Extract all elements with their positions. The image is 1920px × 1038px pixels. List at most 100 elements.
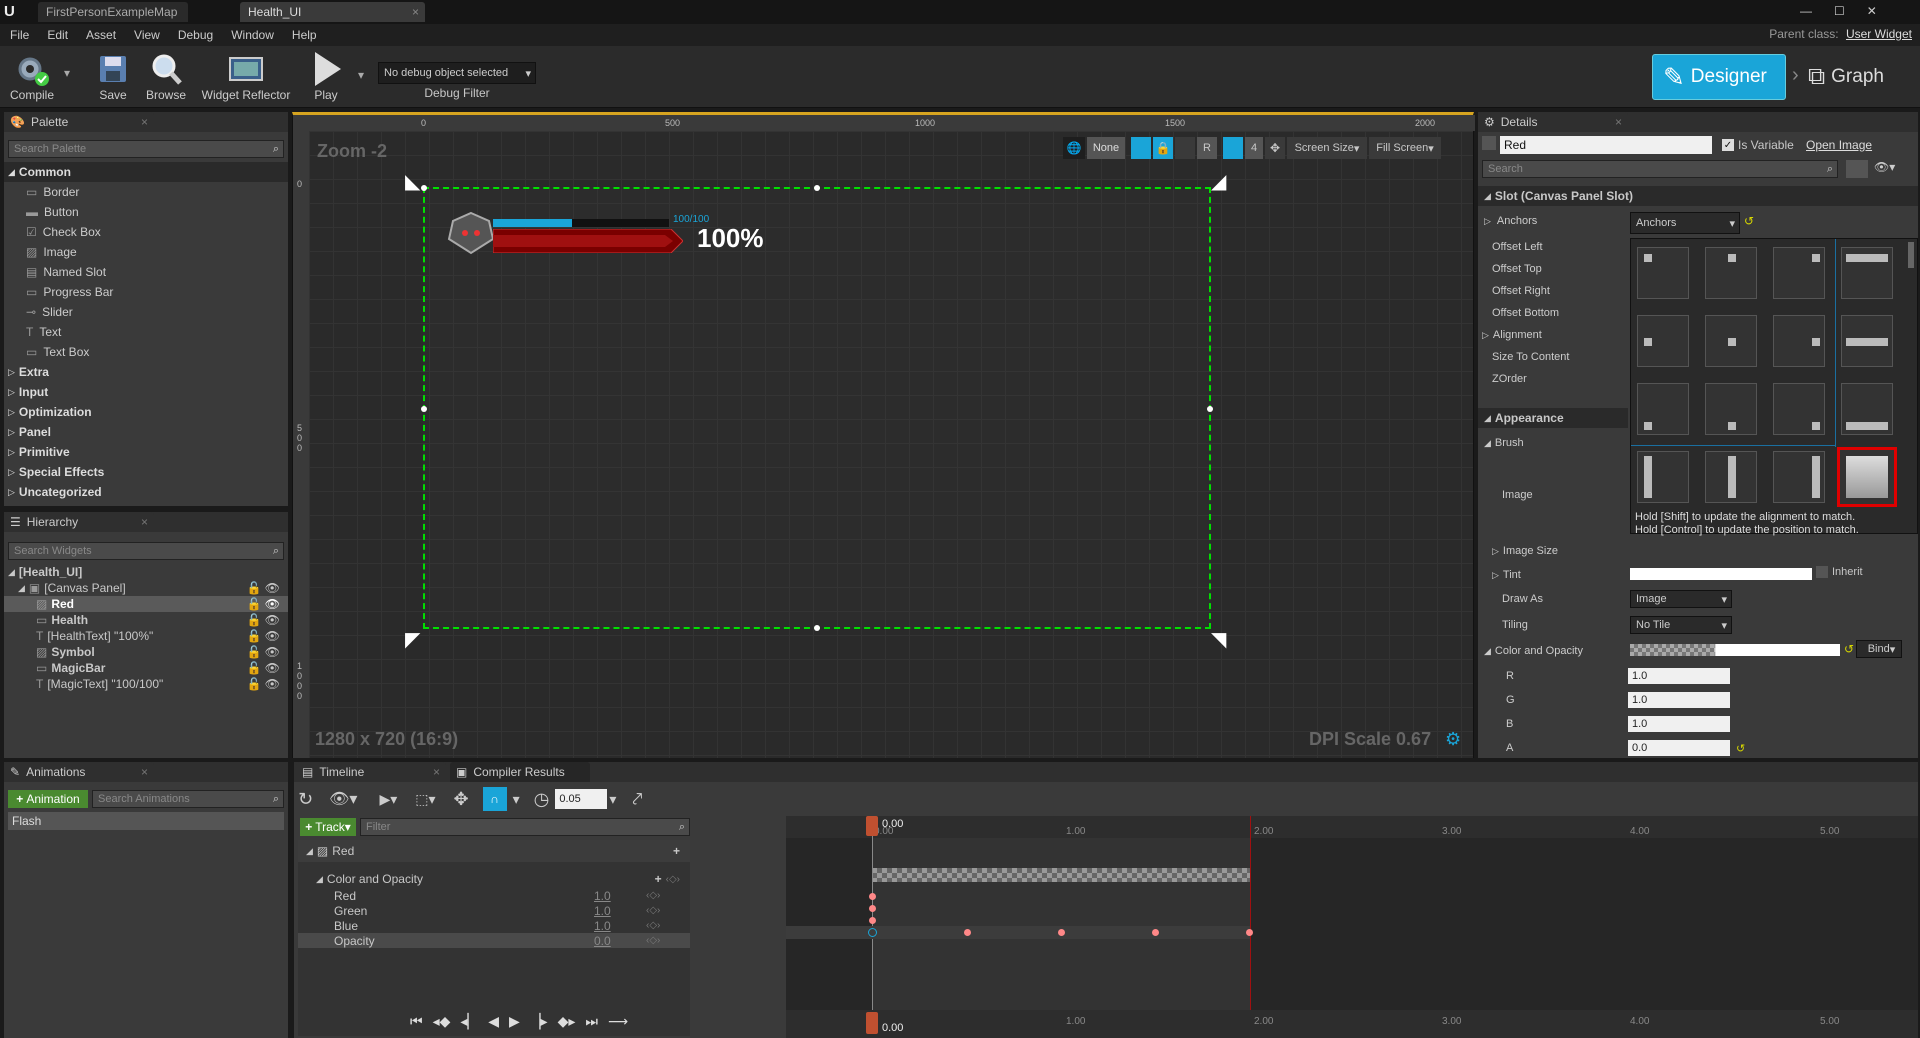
save-button[interactable]: Save xyxy=(88,50,138,102)
palette-item-text[interactable]: T Text xyxy=(4,322,288,342)
anchor-preset-top-right[interactable] xyxy=(1773,247,1825,299)
grid-snap-icon[interactable] xyxy=(1131,137,1151,159)
reset-arrow-icon[interactable]: ↺ xyxy=(1744,214,1754,228)
resize-handle[interactable] xyxy=(814,185,820,191)
anchor-preset-top-stretch[interactable] xyxy=(1841,247,1893,299)
channel-r-input[interactable]: 1.0 xyxy=(1628,668,1730,684)
designer-viewport[interactable]: 0 500 1000 1500 2000 0 5 0 0 1 0 0 0 Zoo… xyxy=(292,112,1475,758)
keyframe-nav-icon[interactable]: ‹◇› xyxy=(646,905,660,916)
minimize-icon[interactable]: — xyxy=(1800,4,1812,18)
anchor-handle-icon[interactable]: ◥ xyxy=(1211,627,1226,652)
clock-icon[interactable]: ◷ xyxy=(534,789,550,810)
anchor-preset-top-center[interactable] xyxy=(1705,247,1757,299)
palette-category-panel[interactable]: ▷ Panel xyxy=(4,422,288,442)
curve-icon[interactable]: ⤤ xyxy=(632,789,642,810)
tiling-dropdown[interactable]: No Tile ▾ xyxy=(1630,616,1732,634)
chevron-down-icon[interactable]: ▾ xyxy=(609,791,616,808)
palette-category-uncategorized[interactable]: ▷ Uncategorized xyxy=(4,482,288,502)
add-animation-button[interactable]: + Animation xyxy=(8,790,88,808)
close-icon[interactable]: × xyxy=(412,5,419,19)
hierarchy-item-healthtext[interactable]: T [HealthText] "100%" 🔓 👁 xyxy=(4,628,288,644)
resize-handle[interactable] xyxy=(1207,406,1213,412)
track-value[interactable]: 1.0 xyxy=(594,919,646,933)
details-search-input[interactable]: Search ⌕ xyxy=(1482,160,1838,178)
timeline-tab[interactable]: ▤ Timeline × xyxy=(296,762,446,782)
palette-item-image[interactable]: ▨ Image xyxy=(4,242,288,262)
magic-bar[interactable] xyxy=(493,219,669,227)
keyframe[interactable] xyxy=(964,929,971,936)
play-options-icon[interactable]: ▶▾ xyxy=(379,791,397,808)
keyframe[interactable] xyxy=(1058,929,1065,936)
palette-category-common[interactable]: ◢ Common xyxy=(4,162,288,182)
anchor-preset-bottom-center[interactable] xyxy=(1705,383,1757,435)
palette-item-slider[interactable]: ⊸ Slider xyxy=(4,302,288,322)
details-scrollbar[interactable] xyxy=(1908,242,1914,268)
menu-asset[interactable]: Asset xyxy=(86,28,116,42)
widget-name-input[interactable]: Red xyxy=(1500,136,1712,154)
respect-locks-button[interactable]: R xyxy=(1197,137,1217,159)
doc-tab-map[interactable]: FirstPersonExampleMap xyxy=(38,2,188,22)
reset-arrow-icon[interactable]: ↺ xyxy=(1736,742,1745,755)
track-group-color-opacity[interactable]: ◢ Color and Opacity + ‹◇› xyxy=(298,870,690,888)
color-track-bar[interactable] xyxy=(872,868,1250,882)
palette-item-check-box[interactable]: ☑ Check Box xyxy=(4,222,288,242)
lock-eye-icons[interactable]: 🔓 👁 xyxy=(246,677,280,691)
designer-mode-button[interactable]: ✎ Designer xyxy=(1652,54,1786,100)
browse-button[interactable]: Browse xyxy=(140,50,192,102)
hierarchy-item-magictext[interactable]: T [MagicText] "100/100" 🔓 👁 xyxy=(4,676,288,692)
resize-handle[interactable] xyxy=(421,406,427,412)
hierarchy-search-input[interactable]: Search Widgets ⌕ xyxy=(8,542,284,560)
track-red[interactable]: Red 1.0 ‹◇› xyxy=(298,888,690,903)
keyframe-nav-icon[interactable]: ‹◇› xyxy=(646,890,660,901)
track-opacity[interactable]: Opacity 0.0 ‹◇› xyxy=(298,933,690,948)
anchor-preset-bottom-right[interactable] xyxy=(1773,383,1825,435)
palette-category-primitive[interactable]: ▷ Primitive xyxy=(4,442,288,462)
step-back-icon[interactable]: ◂▏ xyxy=(460,1013,478,1030)
menu-debug[interactable]: Debug xyxy=(178,28,213,42)
lock-icon[interactable]: 🔒 xyxy=(1153,137,1173,159)
anchor-preset-top-left[interactable] xyxy=(1637,247,1689,299)
symbol-image[interactable] xyxy=(443,211,499,255)
reset-arrow-icon[interactable]: ↺ xyxy=(1844,642,1854,656)
palette-category-input[interactable]: ▷ Input xyxy=(4,382,288,402)
palette-item-progress-bar[interactable]: ▭ Progress Bar xyxy=(4,282,288,302)
hierarchy-item-health[interactable]: ▭ Health 🔓 👁 xyxy=(4,612,288,628)
inherit-checkbox[interactable]: Inherit xyxy=(1816,566,1863,578)
track-value[interactable]: 0.0 xyxy=(594,934,646,948)
compile-button[interactable]: Compile xyxy=(4,50,60,102)
hierarchy-item-magicbar[interactable]: ▭ MagicBar 🔓 👁 xyxy=(4,660,288,676)
chevron-down-icon[interactable]: ▾ xyxy=(64,66,70,80)
selection-icon[interactable]: ⬚▾ xyxy=(415,791,435,808)
close-icon[interactable]: × xyxy=(141,515,148,529)
track-value[interactable]: 1.0 xyxy=(594,889,646,903)
doc-tab-health-ui[interactable]: Health_UI × xyxy=(240,2,425,22)
animations-tab[interactable]: ✎ Animations × xyxy=(4,762,154,782)
hierarchy-root[interactable]: ◢ [Health_UI] xyxy=(4,564,288,580)
lock-eye-icons[interactable]: 🔓 👁 xyxy=(246,613,280,627)
anchor-preset-full-stretch[interactable] xyxy=(1837,447,1897,507)
anchor-handle-icon[interactable]: ◢ xyxy=(1211,169,1226,194)
anchor-none-button[interactable]: None xyxy=(1087,137,1125,159)
add-track-button[interactable]: + Track ▾ xyxy=(300,818,356,836)
keyframe-nav-icon[interactable]: ‹◇› xyxy=(666,874,680,885)
health-bar[interactable] xyxy=(492,228,684,254)
lock-eye-icons[interactable]: 🔓 👁 xyxy=(246,629,280,643)
prev-key-icon[interactable]: ◂◆ xyxy=(433,1013,451,1030)
globe-icon[interactable]: 🌐 xyxy=(1063,137,1085,159)
keyframe[interactable] xyxy=(1152,929,1159,936)
open-image-link[interactable]: Open Image xyxy=(1806,138,1872,152)
keyframe-nav-icon[interactable]: ‹◇› xyxy=(646,935,660,946)
layout-icon[interactable] xyxy=(1175,137,1195,159)
color-opacity-swatch[interactable] xyxy=(1630,644,1840,656)
play-reverse-icon[interactable]: ◀ xyxy=(488,1013,499,1030)
hierarchy-item-red[interactable]: ▨ Red 🔓 👁 xyxy=(4,596,288,612)
snap-magnet-icon[interactable]: ∩ xyxy=(482,787,507,811)
appearance-section-header[interactable]: ◢ Appearance xyxy=(1478,408,1628,428)
lock-eye-icons[interactable]: 🔓 👁 xyxy=(246,597,280,611)
menu-view[interactable]: View xyxy=(134,28,160,42)
plus-icon[interactable]: + xyxy=(655,872,662,886)
step-forward-icon[interactable]: ▕▸ xyxy=(530,1013,548,1030)
property-matrix-icon[interactable] xyxy=(1846,160,1868,178)
eye-icon[interactable]: 👁▾ xyxy=(1874,160,1895,174)
palette-item-named-slot[interactable]: ▤ Named Slot xyxy=(4,262,288,282)
